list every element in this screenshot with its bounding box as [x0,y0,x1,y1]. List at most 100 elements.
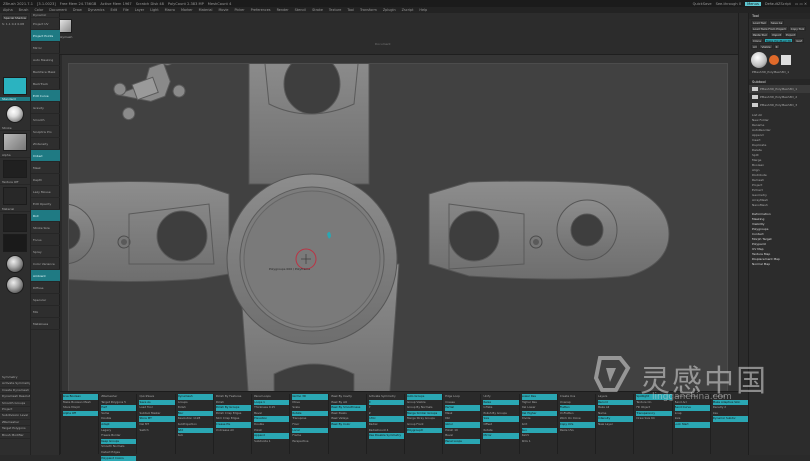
brush-thumbnail[interactable] [3,77,27,95]
tool-subpalette[interactable]: Normal Map [749,262,810,267]
menu-item[interactable]: Texture [329,8,341,12]
menu-item[interactable]: Marker [181,8,193,12]
menu-item[interactable]: Movie [218,8,228,12]
bottom-control[interactable]: SDiv 1 [522,439,557,445]
left-option[interactable]: Metalness [31,318,60,330]
tool-thumb-2[interactable] [769,55,779,65]
menu-item[interactable]: Brush [19,8,29,12]
menu-item[interactable]: Material [199,8,213,12]
tool-button[interactable]: Import [769,32,784,37]
tool-button[interactable]: Load Tools From Project [751,26,788,31]
bottom-control[interactable]: Use Posable Symmetry [368,433,404,439]
menus-button[interactable]: Menus [745,1,761,6]
menu-item[interactable]: Layer [135,8,144,12]
subtool-item[interactable]: PMesh3D_PolyMesh3D_1 [749,85,810,93]
left-option[interactable]: Color Variance [31,258,60,270]
tool-button[interactable]: Load Tool [751,20,769,25]
color-swatch-thumb-2[interactable] [3,234,27,252]
bottom-control[interactable]: Sub [178,433,213,439]
menu-item[interactable]: Picker [235,8,245,12]
alpha-label[interactable]: Alpha [0,153,30,158]
menu-item[interactable]: Tool [347,8,354,12]
tool-button[interactable]: R [773,44,780,49]
bottom-control[interactable]: Perspective [292,439,327,445]
left-option[interactable]: Sculptris Pro [31,126,60,138]
left-bottom-item[interactable]: Brush Modifier [0,433,30,439]
menu-item[interactable]: Macro [165,8,175,12]
bottom-control[interactable]: Mirror [483,433,519,439]
menu-item[interactable]: Stroke [312,8,323,12]
left-option[interactable]: Specular [31,294,60,306]
canvas-area[interactable]: Polygroups 000 / Polyframe [33,52,738,405]
left-option[interactable]: Mask [31,162,60,174]
bottom-control[interactable]: Draw Size 64 [636,416,671,422]
left-option[interactable]: Project Points [31,30,60,42]
alpha-thumbnail[interactable] [3,133,27,151]
left-option[interactable]: Lazy Mouse [31,186,60,198]
stroke-label[interactable]: Stroke [0,126,30,131]
left-option[interactable]: Ambient [31,270,60,282]
left-option[interactable]: Smooth [31,114,60,126]
texture-thumbnail-2[interactable] [3,187,27,205]
tool-button[interactable]: Make PolyMesh3D [763,38,794,43]
left-option[interactable]: Auto Masking [31,54,60,66]
menu-item[interactable]: Stencil [295,8,306,12]
tool-button[interactable]: GoZ [794,38,805,43]
bottom-control[interactable]: Alpha Off [63,410,99,417]
menu-item[interactable]: Document [49,8,67,12]
stroke-thumbnail[interactable] [6,105,24,123]
see-through-slider[interactable]: See-through 0 [716,2,742,6]
tool-section[interactable]: NanoMesh [749,203,810,208]
texture-thumbnail[interactable] [3,160,27,178]
menu-item[interactable]: Zscript [402,8,414,12]
left-option[interactable]: Backface Mask [31,66,60,78]
subtool-item[interactable]: PMesh3D_PolyMesh3D_2 [749,93,810,101]
window-controls[interactable]: ▭ ▭ ✕ [795,2,807,6]
menu-item[interactable]: Edit [110,8,117,12]
menu-item[interactable]: File [123,8,129,12]
bottom-control[interactable]: Mask By Color [330,421,366,428]
bottom-control[interactable]: Subdivide 1 [254,439,289,445]
color-swatch-thumb[interactable] [3,214,27,232]
bottom-control[interactable]: Polypaint Colors [101,455,137,461]
menu-item[interactable]: Zplugin [383,8,396,12]
bottom-control[interactable]: Polygroupit [407,427,443,434]
menu-item[interactable]: Help [419,8,427,12]
brush-name[interactable]: Standard [0,97,30,102]
model-viewport[interactable]: Polygroups 000 / Polyframe [33,52,729,405]
left-option[interactable]: Spray [31,246,60,258]
material-label[interactable]: Material [0,207,30,212]
tool-button[interactable]: All [751,44,759,49]
polymesh-thumbnail[interactable] [58,19,72,33]
tool-sphere-thumb[interactable] [751,52,767,68]
document-canvas[interactable]: Polygroups 000 / Polyframe [33,52,729,405]
bottom-control[interactable]: Paste UVs [560,428,595,434]
bottom-control[interactable]: UnCrease All [216,428,251,434]
left-option[interactable]: Mirror [31,42,60,54]
tool-button[interactable]: Paste Tool [751,32,769,37]
bottom-control[interactable]: Panel Loops [445,438,481,445]
bottom-control[interactable]: Switch [139,428,174,434]
left-option[interactable]: ZIntensity [31,138,60,150]
tool-button[interactable]: Save As [769,20,785,25]
menu-item[interactable]: Preferences [251,8,271,12]
bottom-control[interactable]: Lock Start [674,421,710,428]
tool-button[interactable]: Copy Tool [788,26,807,31]
menu-item[interactable]: Dynamics [88,8,105,12]
bottom-control[interactable]: Dynamic Subdiv [712,416,748,422]
menu-item[interactable]: Color [34,8,43,12]
menu-item[interactable]: Transform [360,8,377,12]
left-option[interactable]: Gravity [31,102,60,114]
quicksave-button[interactable]: QuickSave [693,2,712,6]
left-option[interactable]: Stroke Size [31,222,60,234]
material-sphere-2[interactable] [6,276,24,294]
left-option[interactable]: Project UV [31,18,60,30]
special-shadow-button[interactable]: Special Shadow [2,15,28,20]
left-option[interactable]: Edit Opacity [31,198,60,210]
tool-button[interactable]: Export [784,32,798,37]
left-option[interactable]: Roll [31,210,60,222]
default-zscript-button[interactable]: DefaultZScript [765,2,791,6]
subtool-item[interactable]: PMesh3D_PolyMesh3D_3 [749,101,810,109]
tool-button[interactable]: Clone [751,38,763,43]
left-option[interactable]: Depth [31,174,60,186]
